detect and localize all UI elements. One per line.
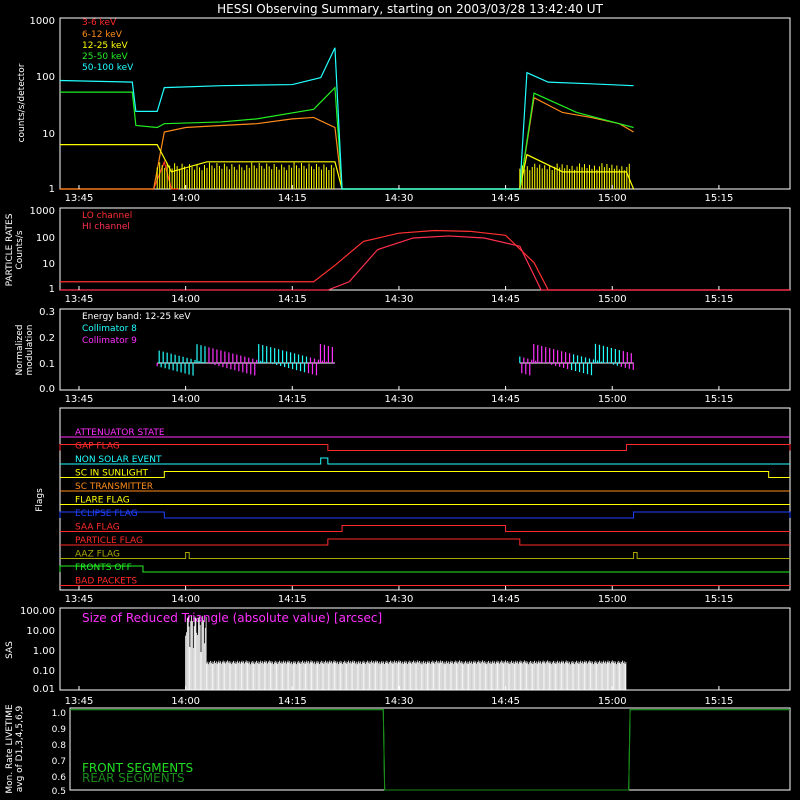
sas-ytick-10: 10.00 <box>26 626 55 637</box>
counts-xtick-label: 14:15 <box>278 193 307 204</box>
particles-xtick-label: 14:30 <box>385 294 414 305</box>
sas-ytick-0.01: 0.01 <box>33 684 55 695</box>
particles-ytick-100: 100 <box>36 233 55 244</box>
flags-xtick-label: 15:00 <box>598 594 627 605</box>
particles-ytick-1000: 1000 <box>30 206 55 217</box>
particles-xtick-label: 13:45 <box>65 294 94 305</box>
particles-ytick-1: 1 <box>49 284 55 295</box>
legend-6-12: 6-12 keV <box>82 30 123 40</box>
figure-title: HESSI Observing Summary, starting on 200… <box>217 2 603 16</box>
sas-xtick-label: 14:30 <box>385 696 414 707</box>
flags-xtick-label: 14:15 <box>278 594 307 605</box>
sas-annotation: Size of Reduced Triangle (absolute value… <box>82 611 382 625</box>
counts-xtick-label: 13:45 <box>65 193 94 204</box>
hessi-summary-figure: HESSI Observing Summary, starting on 200… <box>0 0 800 800</box>
sas-xtick-label: 14:00 <box>171 696 200 707</box>
flag-label: ECLIPSE FLAG <box>75 509 138 519</box>
modulation-xtick-label: 14:30 <box>385 394 414 405</box>
legend-hi-channel: HI channel <box>82 222 130 232</box>
livetime-ytick-0.6: 0.6 <box>52 773 67 783</box>
modulation-xtick-label: 13:45 <box>65 394 94 405</box>
livetime-ylabel-1: Mon. Rate LIVETIME <box>5 704 15 794</box>
counts-xtick-label: 15:00 <box>598 193 627 204</box>
counts-xtick-label: 14:00 <box>171 193 200 204</box>
modulation-xtick-label: 15:15 <box>704 394 733 405</box>
counts-ytick-1000: 1000 <box>30 16 55 27</box>
modulation-band-label: Energy band: 12-25 keV <box>82 312 191 322</box>
sas-ytick-1: 1.00 <box>33 646 55 657</box>
modulation-ytick-0.1: 0.1 <box>39 359 55 370</box>
modulation-xtick-label: 14:00 <box>171 394 200 405</box>
flags-ylabel: Flags <box>35 488 45 512</box>
flags-xtick-label: 13:45 <box>65 594 94 605</box>
sas-xtick-label: 14:45 <box>491 696 520 707</box>
modulation-ytick-0.3: 0.3 <box>39 307 55 318</box>
particles-xtick-label: 15:00 <box>598 294 627 305</box>
counts-xtick-label: 14:30 <box>385 193 414 204</box>
sas-ytick-100: 100.00 <box>20 606 55 617</box>
particles-xtick-label: 14:00 <box>171 294 200 305</box>
sas-ytick-0.1: 0.10 <box>33 666 55 677</box>
modulation-ylabel-2: modulation <box>25 325 35 376</box>
counts-ytick-10: 10 <box>42 129 55 140</box>
modulation-xtick-label: 14:15 <box>278 394 307 405</box>
livetime-ytick-0.7: 0.7 <box>52 757 66 767</box>
legend-50-100: 50-100 keV <box>82 63 134 73</box>
legend-3-6: 3-6 keV <box>82 18 117 28</box>
sas-ylabel: SAS <box>5 641 15 659</box>
legend-collimator-9: Collimator 9 <box>82 336 137 346</box>
modulation-xtick-label: 14:45 <box>491 394 520 405</box>
livetime-ytick-0.8: 0.8 <box>52 741 67 751</box>
particles-ylabel-1: PARTICLE RATES <box>5 213 15 286</box>
counts-ytick-1: 1 <box>49 184 55 195</box>
legend-25-50: 25-50 keV <box>82 52 128 62</box>
legend-rear-segments: REAR SEGMENTS <box>82 771 185 785</box>
legend-collimator-8: Collimator 8 <box>82 324 137 334</box>
flags-xtick-label: 14:00 <box>171 594 200 605</box>
flags-xtick-label: 15:15 <box>704 594 733 605</box>
modulation-xtick-label: 15:00 <box>598 394 627 405</box>
particles-xtick-label: 14:45 <box>491 294 520 305</box>
counts-xtick-label: 15:15 <box>704 193 733 204</box>
counts-ylabel: counts/s/detector <box>17 63 27 142</box>
particles-ylabel-2: Counts/s <box>15 230 25 269</box>
flag-label: GAP FLAG <box>75 442 120 452</box>
flags-xtick-label: 14:30 <box>385 594 414 605</box>
legend-12-25: 12-25 keV <box>82 41 128 51</box>
sas-xtick-label: 13:45 <box>65 696 94 707</box>
modulation-ytick-0.0: 0.0 <box>39 384 55 395</box>
counts-ytick-100: 100 <box>36 72 55 83</box>
flag-label: FRONTS OFF <box>75 563 132 573</box>
livetime-ytick-1.0: 1.0 <box>52 709 67 719</box>
particles-xtick-label: 15:15 <box>704 294 733 305</box>
particles-ytick-10: 10 <box>42 259 55 270</box>
counts-xtick-label: 14:45 <box>491 193 520 204</box>
sas-xtick-label: 15:15 <box>704 696 733 707</box>
modulation-ylabel-1: Normalized <box>15 324 25 375</box>
sas-xtick-label: 14:15 <box>278 696 307 707</box>
livetime-ytick-0.5: 0.5 <box>52 787 66 797</box>
sas-xtick-label: 15:00 <box>598 696 627 707</box>
livetime-ylabel-2: avg of D1,3,4,5,6,9 <box>15 705 25 792</box>
legend-lo-channel: LO channel <box>82 211 132 221</box>
modulation-ytick-0.2: 0.2 <box>39 333 55 344</box>
livetime-ytick-0.9: 0.9 <box>52 725 67 735</box>
flags-xtick-label: 14:45 <box>491 594 520 605</box>
particles-xtick-label: 14:15 <box>278 294 307 305</box>
